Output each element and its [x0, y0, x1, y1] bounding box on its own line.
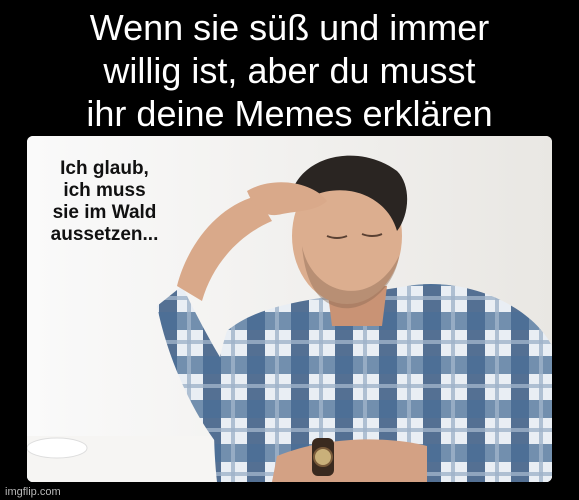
speech-line-3: sie im Wald: [52, 202, 157, 223]
meme-photo: Ich glaub, ich muss sie im Wald aussetze…: [27, 136, 552, 482]
speech-line-4: aussetzen...: [50, 224, 159, 245]
caption-line-2: willig ist, aber du musst: [103, 50, 476, 91]
speech-text: Ich glaub, ich muss sie im Wald aussetze…: [37, 158, 172, 246]
meme-caption: Wenn sie süß und immer willig ist, aber …: [0, 6, 579, 135]
speech-line-2: ich muss: [63, 180, 146, 201]
caption-line-1: Wenn sie süß und immer: [89, 7, 490, 48]
caption-line-3: ihr deine Memes erklären: [86, 93, 493, 134]
speech-line-1: Ich glaub,: [60, 158, 149, 179]
watermark: imgflip.com: [5, 486, 61, 498]
